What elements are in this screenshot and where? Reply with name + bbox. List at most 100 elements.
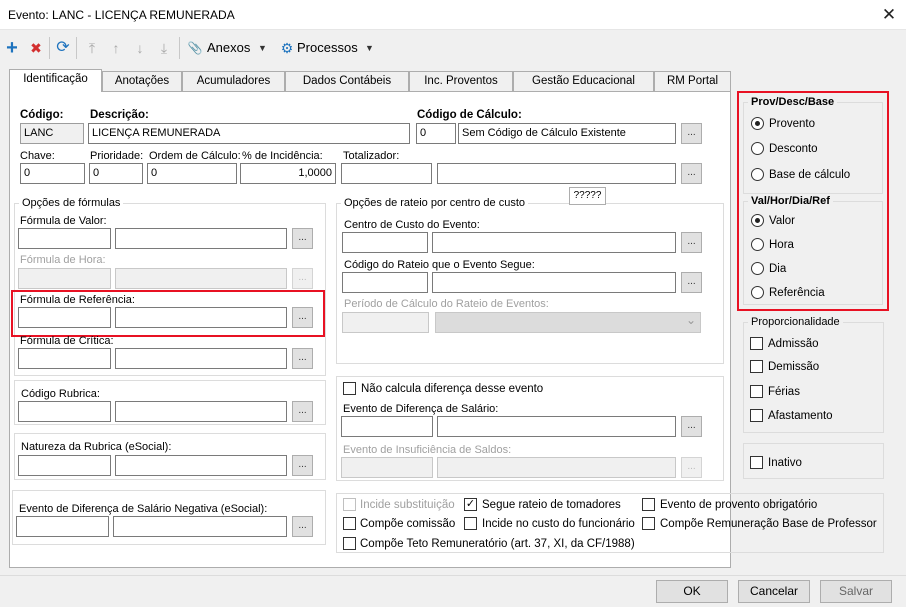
hora-radio[interactable] <box>751 238 764 251</box>
negativa-desc-field[interactable] <box>113 516 287 537</box>
provento-radio[interactable] <box>751 117 764 130</box>
formula-valor-desc-field[interactable] <box>115 228 287 249</box>
nao-calcula-checkbox[interactable] <box>343 382 356 395</box>
processos-menu[interactable]: Processos <box>297 38 358 58</box>
natureza-desc-field[interactable] <box>115 455 287 476</box>
formula-hora-desc-field[interactable] <box>115 268 287 289</box>
evento-insuficiencia-lookup-button[interactable]: ... <box>681 457 702 478</box>
calc-desc-field[interactable]: Sem Código de Cálculo Existente <box>458 123 676 144</box>
formula-referencia-lookup-button[interactable]: ... <box>292 307 313 328</box>
afastamento-checkbox[interactable] <box>750 409 763 422</box>
admissao-checkbox[interactable] <box>750 337 763 350</box>
formula-critica-desc-field[interactable] <box>115 348 287 369</box>
cancel-button[interactable]: Cancelar <box>738 580 810 603</box>
centro-custo-lookup-button[interactable]: ... <box>681 232 702 253</box>
calc-code-lookup-button[interactable]: ... <box>681 123 702 144</box>
incide-substituicao-checkbox[interactable] <box>343 498 356 511</box>
periodo-rateio-field[interactable] <box>342 312 429 333</box>
close-icon[interactable]: ✕ <box>872 0 906 30</box>
natureza-lookup-button[interactable]: ... <box>292 455 313 476</box>
refresh-icon[interactable]: ⟳ <box>54 38 72 58</box>
save-button[interactable]: Salvar <box>820 580 892 603</box>
tab-rm-portal[interactable]: RM Portal <box>654 71 731 91</box>
toolbar-separator <box>179 37 180 59</box>
rubrica-code-field[interactable] <box>18 401 111 422</box>
desconto-radio[interactable] <box>751 142 764 155</box>
codigo-rateio-lookup-button[interactable]: ... <box>681 272 702 293</box>
totalizador-lookup-button[interactable]: ... <box>681 163 702 184</box>
negativa-code-field[interactable] <box>16 516 109 537</box>
evento-diferenca-code-field[interactable] <box>341 416 433 437</box>
calc-code-field[interactable]: 0 <box>416 123 456 144</box>
anexos-menu[interactable]: Anexos <box>207 38 250 58</box>
evento-insuficiencia-desc-field[interactable] <box>437 457 676 478</box>
negativa-lookup-button[interactable]: ... <box>292 516 313 537</box>
add-icon[interactable]: + <box>3 38 21 58</box>
centro-custo-code-field[interactable] <box>342 232 428 253</box>
codigo-rateio-desc-field[interactable] <box>432 272 676 293</box>
tab-acumuladores[interactable]: Acumuladores <box>182 71 285 91</box>
segue-rateio-checkbox[interactable]: ✓ <box>464 498 477 511</box>
valhor-group-title: Val/Hor/Dia/Ref <box>748 195 833 208</box>
natureza-code-field[interactable] <box>18 455 111 476</box>
tab-anotacoes[interactable]: Anotações <box>102 71 182 91</box>
compoe-comissao-checkbox[interactable] <box>343 517 356 530</box>
rateio-badge[interactable]: ????? <box>569 187 606 205</box>
evento-diferenca-desc-field[interactable] <box>437 416 676 437</box>
totalizador-desc-field[interactable] <box>437 163 676 184</box>
formula-valor-lookup-button[interactable]: ... <box>292 228 313 249</box>
formula-referencia-desc-field[interactable] <box>115 307 287 328</box>
chevron-down-icon[interactable]: ▼ <box>258 38 267 58</box>
tab-inc-proventos[interactable]: Inc. Proventos <box>409 71 513 91</box>
formula-valor-code-field[interactable] <box>18 228 111 249</box>
compoe-teto-checkbox[interactable] <box>343 537 356 550</box>
tab-dados-contabeis[interactable]: Dados Contábeis <box>285 71 409 91</box>
formula-referencia-label: Fórmula de Referência: <box>20 294 135 306</box>
evento-diferenca-lookup-button[interactable]: ... <box>681 416 702 437</box>
ordem-calculo-field[interactable]: 0 <box>147 163 237 184</box>
formula-hora-code-field[interactable] <box>18 268 111 289</box>
rubrica-lookup-button[interactable]: ... <box>292 401 313 422</box>
descricao-field[interactable]: LICENÇA REMUNERADA <box>88 123 410 144</box>
inativo-checkbox[interactable] <box>750 456 763 469</box>
first-record-icon[interactable]: ⤒ <box>83 38 101 58</box>
ok-button[interactable]: OK <box>656 580 728 603</box>
evento-insuficiencia-code-field[interactable] <box>341 457 433 478</box>
chave-field[interactable]: 0 <box>20 163 85 184</box>
totalizador-code-field[interactable] <box>341 163 432 184</box>
periodo-rateio-select[interactable] <box>435 312 701 333</box>
delete-icon[interactable]: ✖ <box>27 38 45 58</box>
codigo-rateio-code-field[interactable] <box>342 272 428 293</box>
valor-radio[interactable] <box>751 214 764 227</box>
last-record-icon[interactable]: ⤓ <box>155 38 173 58</box>
rubrica-desc-field[interactable] <box>115 401 287 422</box>
tab-identificacao[interactable]: Identificação <box>9 69 102 92</box>
demissao-checkbox[interactable] <box>750 360 763 373</box>
referencia-radio[interactable] <box>751 286 764 299</box>
incide-custo-checkbox[interactable] <box>464 517 477 530</box>
centro-custo-desc-field[interactable] <box>432 232 676 253</box>
codigo-field[interactable]: LANC <box>20 123 84 144</box>
evento-obrigatorio-checkbox[interactable] <box>642 498 655 511</box>
formula-critica-code-field[interactable] <box>18 348 111 369</box>
incidencia-field[interactable]: 1,0000 <box>240 163 336 184</box>
paperclip-icon[interactable]: 📎 <box>186 38 204 58</box>
prioridade-label: Prioridade: <box>90 150 144 162</box>
compoe-base-professor-checkbox[interactable] <box>642 517 655 530</box>
formula-hora-lookup-button[interactable]: ... <box>292 268 313 289</box>
formulas-group-title: Opções de fórmulas <box>19 197 124 210</box>
formula-critica-lookup-button[interactable]: ... <box>292 348 313 369</box>
prioridade-field[interactable]: 0 <box>89 163 143 184</box>
ferias-checkbox[interactable] <box>750 385 763 398</box>
chevron-down-icon[interactable]: ▼ <box>365 38 374 58</box>
base-calculo-radio[interactable] <box>751 168 764 181</box>
next-record-icon[interactable]: ↓ <box>131 38 149 58</box>
ferias-label: Férias <box>768 386 800 398</box>
gear-icon[interactable]: ⚙ <box>278 38 296 58</box>
formula-referencia-code-field[interactable] <box>18 307 111 328</box>
dia-radio[interactable] <box>751 262 764 275</box>
evento-obrigatorio-label: Evento de provento obrigatório <box>660 499 818 511</box>
demissao-label: Demissão <box>768 361 820 373</box>
tab-gestao-educacional[interactable]: Gestão Educacional <box>513 71 654 91</box>
previous-record-icon[interactable]: ↑ <box>107 38 125 58</box>
